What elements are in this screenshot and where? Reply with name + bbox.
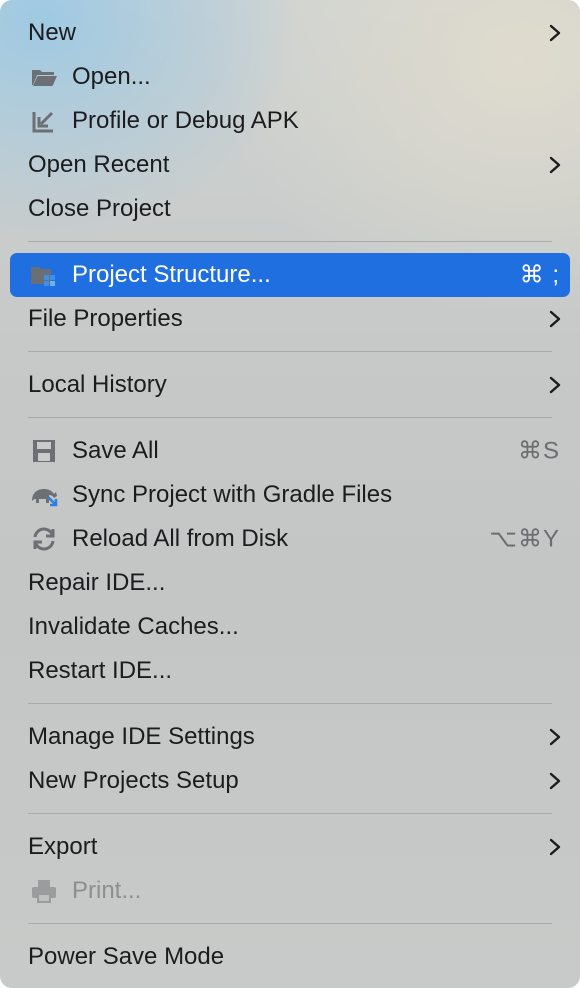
arrow-into-corner-icon [30, 107, 58, 135]
menu-item-label: Reload All from Disk [72, 525, 289, 552]
menu-item-file-properties[interactable]: File Properties [10, 297, 570, 341]
chevron-right-icon [548, 155, 562, 175]
menu-separator [28, 417, 552, 418]
menu-item-sync-gradle[interactable]: Sync Project with Gradle Files [10, 473, 570, 517]
menu-item-open[interactable]: Open... [10, 55, 570, 99]
chevron-right-icon [548, 727, 562, 747]
menu-item-open-recent[interactable]: Open Recent [10, 143, 570, 187]
menu-item-print[interactable]: Print... [10, 869, 570, 913]
menu-item-label: Restart IDE... [28, 657, 173, 684]
menu-item-profile-debug-apk[interactable]: Profile or Debug APK [10, 99, 570, 143]
menu-item-new-projects-setup[interactable]: New Projects Setup [10, 759, 570, 803]
menu-item-power-save-mode[interactable]: Power Save Mode [10, 935, 570, 979]
menu-item-label: Invalidate Caches... [28, 613, 239, 640]
menu-item-label: Local History [28, 371, 167, 398]
shortcut-label: ⌥⌘Y [489, 525, 560, 553]
shortcut-label: ⌘S [517, 437, 560, 465]
menu-item-label: Open... [72, 63, 151, 90]
menu-separator [28, 241, 552, 242]
menu-item-label: Close Project [28, 195, 171, 222]
menu-item-label: Export [28, 833, 98, 860]
menu-item-save-all[interactable]: Save All ⌘S [10, 429, 570, 473]
menu-item-label: File Properties [28, 305, 183, 332]
menu-item-label: Save All [72, 437, 159, 464]
chevron-right-icon [548, 375, 562, 395]
menu-item-manage-ide-settings[interactable]: Manage IDE Settings [10, 715, 570, 759]
menu-item-label: Profile or Debug APK [72, 107, 299, 134]
chevron-right-icon [548, 23, 562, 43]
menu-item-label: New Projects Setup [28, 767, 239, 794]
printer-icon [30, 877, 58, 905]
menu-item-project-structure[interactable]: Project Structure... ⌘ ; [10, 253, 570, 297]
project-structure-icon [30, 261, 58, 289]
file-menu: New Open... Profile or Debug APK Open Re… [0, 0, 580, 988]
floppy-disk-icon [30, 437, 58, 465]
menu-item-label: Project Structure... [72, 261, 271, 288]
chevron-right-icon [548, 309, 562, 329]
chevron-right-icon [548, 771, 562, 791]
menu-separator [28, 703, 552, 704]
menu-item-local-history[interactable]: Local History [10, 363, 570, 407]
menu-item-reload-disk[interactable]: Reload All from Disk ⌥⌘Y [10, 517, 570, 561]
gradle-sync-icon [30, 481, 58, 509]
menu-item-repair-ide[interactable]: Repair IDE... [10, 561, 570, 605]
menu-item-label: Open Recent [28, 151, 170, 178]
menu-item-close-project[interactable]: Close Project [10, 187, 570, 231]
menu-separator [28, 351, 552, 352]
menu-item-invalidate-caches[interactable]: Invalidate Caches... [10, 605, 570, 649]
menu-item-new[interactable]: New [10, 11, 570, 55]
menu-separator [28, 923, 552, 924]
shortcut-label: ⌘ ; [519, 261, 560, 289]
menu-item-label: Manage IDE Settings [28, 723, 255, 750]
menu-separator [28, 813, 552, 814]
menu-item-label: Power Save Mode [28, 943, 225, 970]
menu-item-label: Sync Project with Gradle Files [72, 481, 393, 508]
menu-item-export[interactable]: Export [10, 825, 570, 869]
reload-icon [30, 525, 58, 553]
folder-open-icon [30, 63, 58, 91]
menu-item-label: Print... [72, 877, 142, 904]
menu-item-label: New [28, 19, 77, 46]
menu-item-restart-ide[interactable]: Restart IDE... [10, 649, 570, 693]
menu-item-label: Repair IDE... [28, 569, 166, 596]
chevron-right-icon [548, 837, 562, 857]
